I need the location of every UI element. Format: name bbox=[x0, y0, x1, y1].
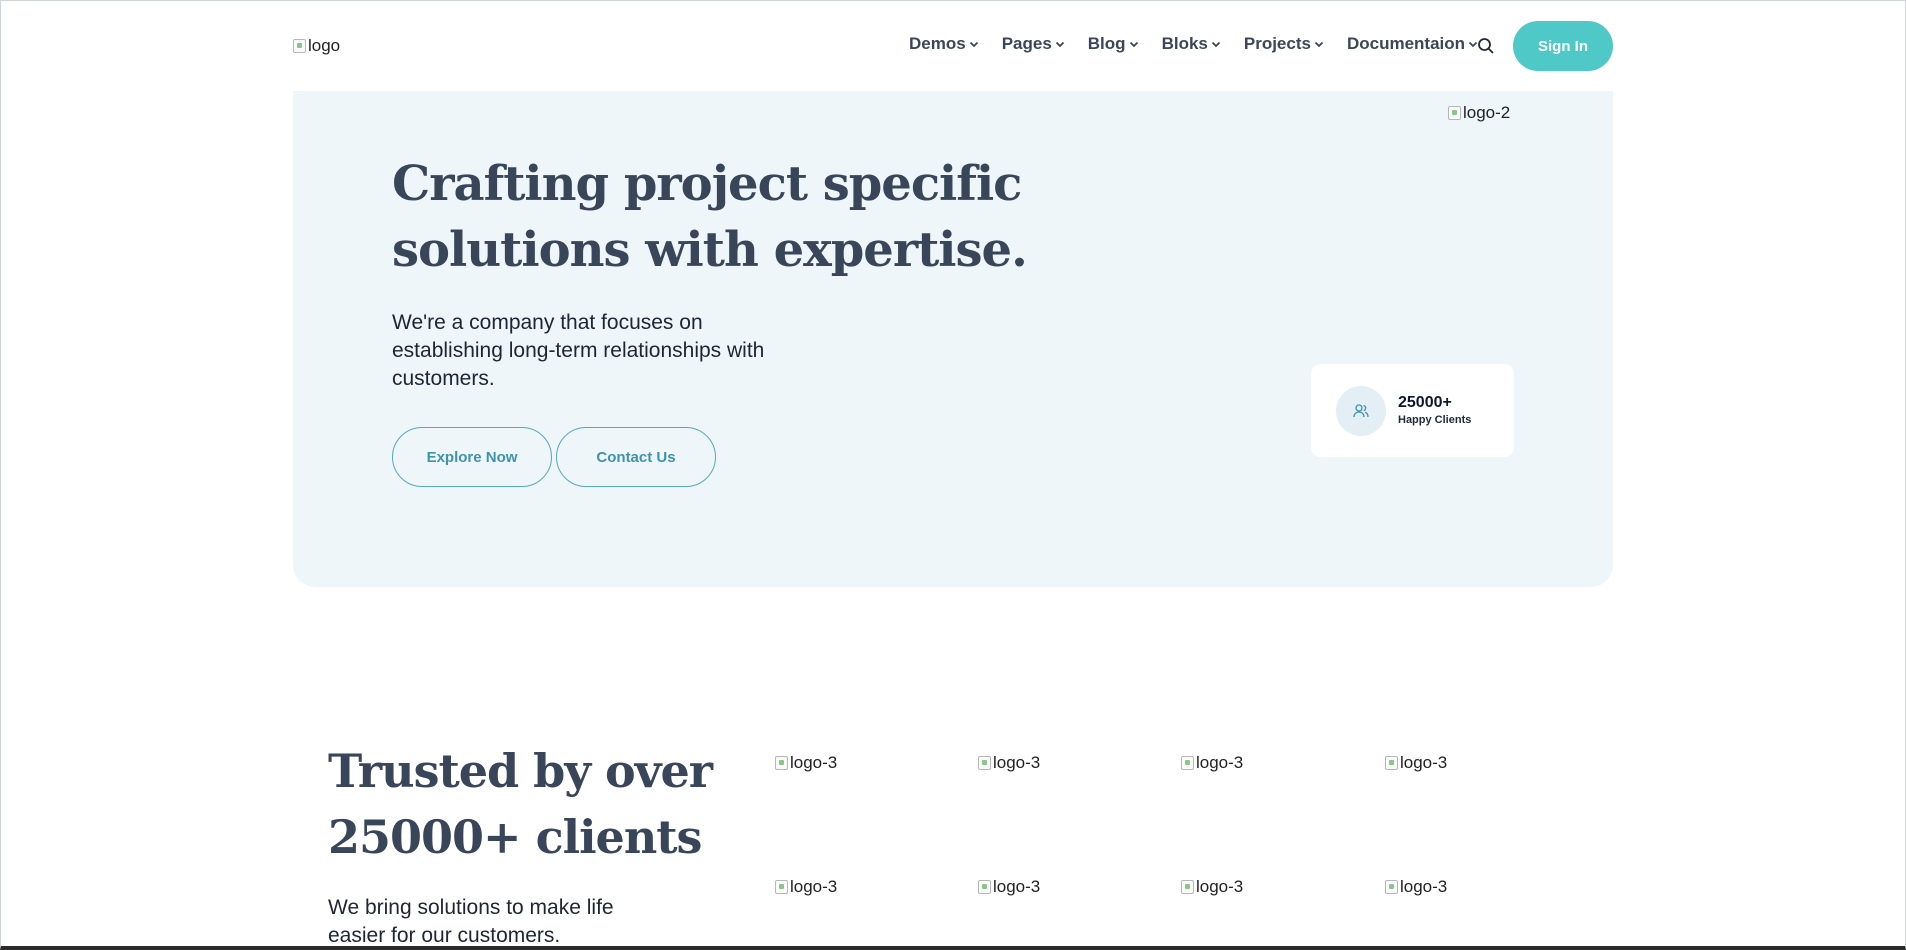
site-logo[interactable]: logo bbox=[293, 36, 340, 56]
site-header: logo Demos Pages Blog Bloks Projects Doc… bbox=[293, 0, 1613, 92]
nav-item-label: Documentaion bbox=[1346, 34, 1466, 53]
trusted-description: We bring solutions to make life easier f… bbox=[328, 896, 614, 947]
client-logo-alt: logo-3 bbox=[1400, 877, 1448, 896]
happy-clients-card: 25000+ Happy Clients bbox=[1311, 364, 1514, 457]
trusted-title-line-2: 25000+ clients bbox=[328, 810, 702, 864]
client-logo: logo-3 bbox=[1181, 753, 1243, 773]
client-logo: logo-3 bbox=[1181, 877, 1243, 897]
client-logo: logo-3 bbox=[978, 753, 1040, 773]
hero-image-alt-text: logo-2 bbox=[1463, 103, 1511, 122]
nav-item-documentation[interactable]: Documentaion bbox=[1347, 34, 1478, 54]
broken-image-icon bbox=[978, 880, 991, 894]
nav-item-label: Projects bbox=[1243, 34, 1311, 53]
nav-item-label: Bloks bbox=[1161, 34, 1208, 53]
explore-now-button[interactable]: Explore Now bbox=[392, 427, 552, 487]
nav-item-label: Pages bbox=[1001, 34, 1052, 53]
chevron-down-icon bbox=[969, 41, 978, 48]
chevron-down-icon bbox=[1055, 41, 1064, 48]
broken-image-icon bbox=[293, 39, 306, 53]
hero-title-line-2: solutions with expertise. bbox=[392, 222, 1028, 278]
client-logo-alt: logo-3 bbox=[790, 753, 838, 772]
client-logo-alt: logo-3 bbox=[993, 877, 1041, 896]
contact-us-button[interactable]: Contact Us bbox=[556, 427, 716, 487]
main-nav: Demos Pages Blog Bloks Projects Document… bbox=[909, 34, 1501, 54]
client-logo: logo-3 bbox=[1385, 877, 1447, 897]
nav-item-projects[interactable]: Projects bbox=[1244, 34, 1324, 54]
broken-image-icon bbox=[1385, 880, 1398, 894]
search-button[interactable] bbox=[1476, 36, 1496, 56]
broken-image-icon bbox=[1181, 756, 1194, 770]
chevron-down-icon bbox=[1314, 41, 1324, 48]
hero-section: logo-2 Crafting project specific solutio… bbox=[293, 91, 1613, 587]
client-logo-alt: logo-3 bbox=[790, 877, 838, 896]
client-logo: logo-3 bbox=[978, 877, 1040, 897]
client-logo-alt: logo-3 bbox=[1400, 753, 1448, 772]
broken-image-icon bbox=[1385, 756, 1398, 770]
stat-text: 25000+ Happy Clients bbox=[1398, 393, 1471, 428]
users-icon bbox=[1336, 385, 1386, 436]
trusted-title: Trusted by over 25000+ clients bbox=[328, 738, 728, 870]
hero-title-line-1: Crafting project specific bbox=[392, 156, 1022, 212]
nav-item-blog[interactable]: Blog bbox=[1088, 34, 1139, 54]
stat-value: 25000+ bbox=[1398, 394, 1452, 411]
nav-item-bloks[interactable]: Bloks bbox=[1162, 34, 1221, 54]
hero-title: Crafting project specific solutions with… bbox=[392, 151, 1092, 283]
nav-item-label: Blog bbox=[1087, 34, 1126, 53]
broken-image-icon bbox=[1181, 880, 1194, 894]
broken-image-icon bbox=[978, 756, 991, 770]
broken-image-icon bbox=[775, 880, 788, 894]
client-logo: logo-3 bbox=[775, 877, 837, 897]
client-logo: logo-3 bbox=[1385, 753, 1447, 773]
stat-label: Happy Clients bbox=[1398, 414, 1472, 426]
client-logo-alt: logo-3 bbox=[993, 753, 1041, 772]
nav-item-label: Demos bbox=[909, 34, 966, 53]
client-logo-alt: logo-3 bbox=[1196, 877, 1244, 896]
broken-image-icon bbox=[1448, 106, 1461, 120]
sign-in-button[interactable]: Sign In bbox=[1513, 21, 1613, 71]
nav-item-demos[interactable]: Demos bbox=[909, 34, 979, 54]
nav-item-pages[interactable]: Pages bbox=[1002, 34, 1065, 54]
broken-image-icon bbox=[775, 756, 788, 770]
search-icon bbox=[1478, 38, 1494, 54]
trusted-title-line-1: Trusted by over bbox=[328, 744, 713, 798]
client-logo: logo-3 bbox=[775, 753, 837, 773]
client-logo-alt: logo-3 bbox=[1196, 753, 1244, 772]
logo-alt-text: logo bbox=[308, 36, 341, 55]
hero-description: We're a company that focuses on establis… bbox=[392, 311, 765, 390]
hero-image: logo-2 bbox=[1448, 103, 1510, 123]
chevron-down-icon bbox=[1211, 41, 1220, 48]
chevron-down-icon bbox=[1129, 41, 1138, 48]
